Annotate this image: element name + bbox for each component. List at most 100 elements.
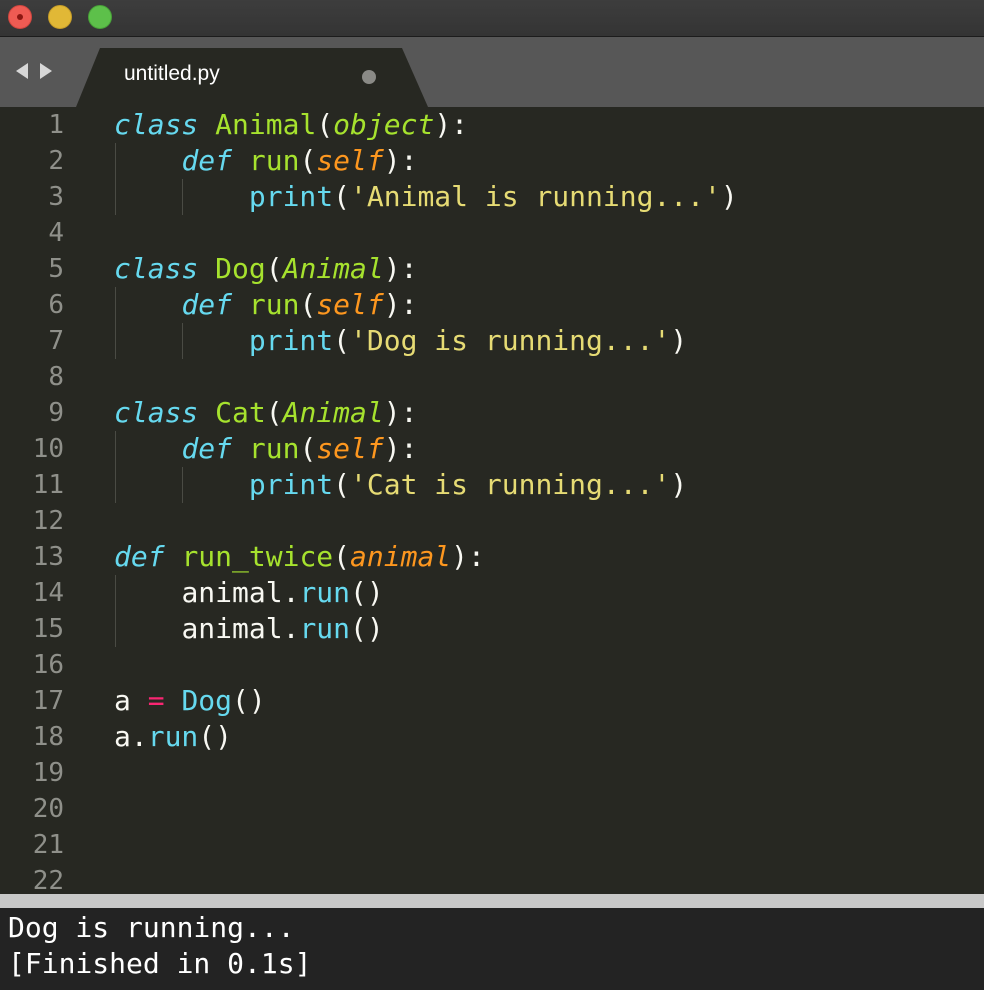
code-line[interactable]: 15 animal.run() <box>0 611 984 647</box>
code-text: class Dog(Animal): <box>114 251 417 287</box>
code-token: () <box>350 612 384 645</box>
code-text: print('Animal is running...') <box>114 179 738 215</box>
code-text: def run_twice(animal): <box>114 539 485 575</box>
code-token: ( <box>299 288 317 321</box>
code-token: ( <box>333 324 351 357</box>
code-token: def <box>114 540 165 573</box>
code-token: self <box>316 144 384 177</box>
code-line[interactable]: 11 print('Cat is running...') <box>0 467 984 503</box>
line-number: 5 <box>48 254 64 284</box>
code-token: run <box>248 144 300 177</box>
code-token: def <box>181 288 233 321</box>
code-editor[interactable]: 1 class Animal(object): 2 def run(self): 3 … <box>0 107 984 896</box>
code-token: ): <box>434 108 469 141</box>
code-line[interactable]: 14 animal.run() <box>0 575 984 611</box>
code-token: animal <box>181 612 283 645</box>
code-line[interactable]: 16 <box>0 647 984 683</box>
line-number: 9 <box>48 398 64 428</box>
line-number: 4 <box>48 218 64 248</box>
code-token: run <box>147 720 199 753</box>
code-token: ( <box>299 144 317 177</box>
code-line[interactable]: 2 def run(self): <box>0 143 984 179</box>
code-token: run <box>248 288 300 321</box>
code-line[interactable]: 20 <box>0 791 984 827</box>
code-line[interactable]: 10 def run(self): <box>0 431 984 467</box>
line-number: 16 <box>32 650 64 680</box>
code-token: . <box>282 612 300 645</box>
code-token: animal <box>181 576 283 609</box>
code-token: Animal <box>282 396 384 429</box>
code-token: Cat <box>215 396 266 429</box>
line-number: 6 <box>48 290 64 320</box>
code-token: run_twice <box>181 540 334 573</box>
close-window-button[interactable] <box>8 5 32 29</box>
code-token: def <box>181 144 233 177</box>
code-token: ): <box>383 432 418 465</box>
code-token: run <box>299 576 351 609</box>
code-line[interactable]: 9 class Cat(Animal): <box>0 395 984 431</box>
code-token: ( <box>333 180 351 213</box>
code-token: . <box>282 576 300 609</box>
line-number: 7 <box>48 326 64 356</box>
code-line[interactable]: 17 a = Dog() <box>0 683 984 719</box>
code-token: () <box>198 720 233 753</box>
code-token: a <box>114 720 131 753</box>
code-line[interactable]: 21 <box>0 827 984 863</box>
code-token: print <box>248 324 334 357</box>
code-token: ): <box>451 540 485 573</box>
code-line[interactable]: 3 print('Animal is running...') <box>0 179 984 215</box>
code-text: animal.run() <box>114 611 384 647</box>
code-line[interactable]: 6 def run(self): <box>0 287 984 323</box>
code-text: animal.run() <box>114 575 383 611</box>
code-token: ) <box>670 468 688 501</box>
code-line[interactable]: 12 <box>0 503 984 539</box>
output-line: [Finished in 0.1s] <box>8 947 312 980</box>
code-token: def <box>181 432 233 465</box>
code-text: a.run() <box>114 719 232 755</box>
minimize-window-button[interactable] <box>48 5 72 29</box>
code-text: class Cat(Animal): <box>114 395 417 431</box>
code-line[interactable]: 1 class Animal(object): <box>0 107 984 143</box>
code-line[interactable]: 13 def run_twice(animal): <box>0 539 984 575</box>
code-token: class <box>114 108 199 141</box>
line-number: 19 <box>32 758 64 788</box>
code-line[interactable]: 18 a.run() <box>0 719 984 755</box>
line-number: 20 <box>32 794 64 824</box>
code-token: ) <box>720 180 738 213</box>
line-number: 11 <box>32 470 64 500</box>
line-number: 15 <box>32 614 64 644</box>
code-text: print('Dog is running...') <box>114 323 687 359</box>
code-token: Dog <box>215 252 266 285</box>
triangle-right-icon[interactable] <box>38 62 54 80</box>
triangle-left-icon[interactable] <box>14 62 30 80</box>
code-token: print <box>248 468 334 501</box>
code-line[interactable]: 5 class Dog(Animal): <box>0 251 984 287</box>
code-line[interactable]: 4 <box>0 215 984 251</box>
output-line: Dog is running... <box>8 911 295 944</box>
code-line[interactable]: 8 <box>0 359 984 395</box>
code-line[interactable]: 19 <box>0 755 984 791</box>
line-number: 2 <box>48 146 64 176</box>
unsaved-dot-icon[interactable] <box>362 70 376 84</box>
code-line[interactable]: 7 print('Dog is running...') <box>0 323 984 359</box>
code-token: . <box>130 720 148 753</box>
code-text: def run(self): <box>114 431 417 467</box>
maximize-window-button[interactable] <box>88 5 112 29</box>
panel-divider[interactable] <box>0 894 984 908</box>
code-token: ( <box>316 108 334 141</box>
tab-untitled-py[interactable]: untitled.py <box>76 48 428 107</box>
code-token: ( <box>299 432 317 465</box>
